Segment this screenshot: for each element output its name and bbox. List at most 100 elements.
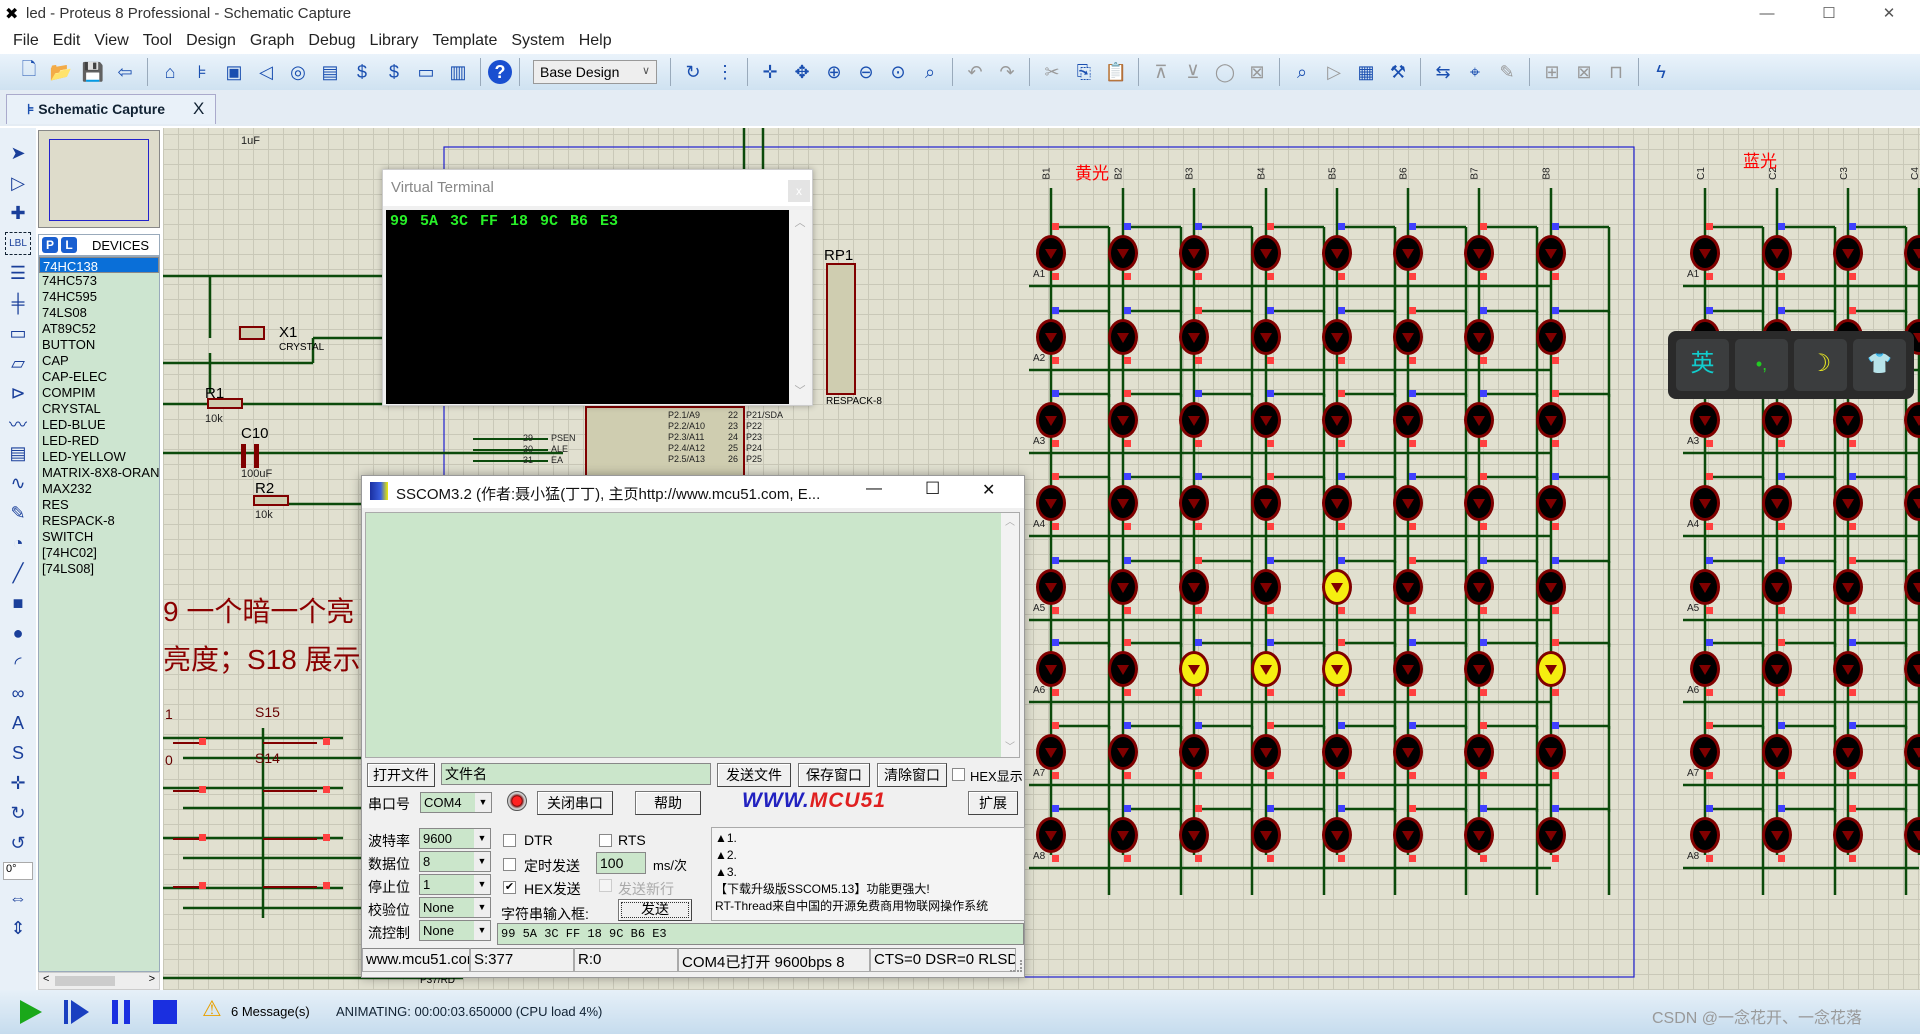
led[interactable] (1464, 319, 1494, 355)
send-input[interactable]: 99 5A 3C FF 18 9C B6 E3 (497, 923, 1024, 945)
led[interactable] (1251, 734, 1281, 770)
component-icon[interactable]: ▷ (5, 172, 31, 195)
subcircuit-icon[interactable]: ▭ (5, 322, 31, 345)
line-icon[interactable]: ╱ (5, 562, 31, 585)
open-file-button[interactable]: 打开文件 (367, 763, 435, 787)
led[interactable] (1464, 485, 1494, 521)
device-pin-icon[interactable]: ⊳ (5, 382, 31, 405)
led[interactable] (1690, 734, 1720, 770)
bus-icon[interactable]: ╪ (5, 292, 31, 315)
led[interactable] (1464, 569, 1494, 605)
zoom-out-icon[interactable]: ⊖ (851, 57, 881, 87)
device-list-item[interactable]: [74LS08] (39, 561, 159, 577)
menu-system[interactable]: System (504, 28, 571, 54)
pcb-icon[interactable]: ▣ (219, 57, 249, 87)
led[interactable] (1108, 651, 1138, 687)
mirror-vertical-icon[interactable]: ⇕ (5, 917, 31, 940)
led[interactable] (1464, 651, 1494, 687)
design-explorer-icon[interactable]: $ (347, 57, 377, 87)
led[interactable] (1036, 651, 1066, 687)
led[interactable] (1251, 569, 1281, 605)
led[interactable] (1904, 569, 1920, 605)
arc-icon[interactable]: ◜ (5, 652, 31, 675)
bom-icon[interactable]: ▤ (315, 57, 345, 87)
gerber-icon[interactable]: ◁ (251, 57, 281, 87)
minimize-button[interactable]: — (1744, 2, 1790, 26)
led[interactable] (1536, 734, 1566, 770)
led[interactable] (1762, 235, 1792, 271)
led[interactable] (1690, 402, 1720, 438)
remove-sheet-icon[interactable]: ⊠ (1569, 57, 1599, 87)
device-list-item[interactable]: 74HC138 (39, 257, 159, 273)
resize-grip-icon[interactable] (1010, 960, 1022, 972)
device-list-item[interactable]: MAX232 (39, 481, 159, 497)
send-button[interactable]: 发送 (618, 899, 692, 921)
device-list-item[interactable]: RESPACK-8 (39, 513, 159, 529)
ime-halfwidth-button[interactable]: ☽ (1794, 339, 1847, 391)
receive-scrollbar[interactable]: ︿ ﹀ (1001, 513, 1019, 757)
led[interactable] (1833, 402, 1863, 438)
led[interactable] (1536, 569, 1566, 605)
device-list-item[interactable]: RES (39, 497, 159, 513)
led[interactable] (1762, 734, 1792, 770)
messages-count[interactable]: 6 Message(s) (231, 1004, 310, 1019)
zoom-all-icon[interactable]: ⊙ (883, 57, 913, 87)
device-list-item[interactable]: 74HC573 (39, 273, 159, 289)
sscom-maximize-button[interactable]: ☐ (925, 479, 940, 499)
redo-icon[interactable]: ↷ (992, 57, 1022, 87)
device-list-item[interactable]: CAP (39, 353, 159, 369)
note-line[interactable]: ▲2. (715, 847, 1021, 864)
crystal-x1[interactable] (239, 326, 265, 340)
mirror-horizontal-icon[interactable]: ⇔ (5, 887, 31, 910)
menu-view[interactable]: View (87, 28, 135, 54)
led[interactable] (1536, 402, 1566, 438)
led[interactable] (1690, 651, 1720, 687)
library-manager-button[interactable]: L (61, 237, 77, 253)
menu-help[interactable]: Help (572, 28, 619, 54)
device-list-item[interactable]: 74HC595 (39, 289, 159, 305)
led-lit[interactable] (1536, 651, 1566, 687)
interval-input[interactable]: 100 (596, 852, 646, 874)
led[interactable] (1536, 235, 1566, 271)
device-list-item[interactable]: BUTTON (39, 337, 159, 353)
copy-icon[interactable]: ⎘ (1069, 57, 1099, 87)
led[interactable] (1322, 402, 1352, 438)
save-icon[interactable]: 💾 (78, 57, 108, 87)
port-select[interactable]: COM4 ▼ (420, 792, 492, 813)
select-icon[interactable]: ➤ (5, 142, 31, 165)
menu-design[interactable]: Design (179, 28, 243, 54)
virtual-terminal-scrollbar[interactable]: ︿ ﹀ (790, 210, 810, 404)
led[interactable] (1108, 402, 1138, 438)
setting-select[interactable]: 9600 ▼ (419, 828, 491, 849)
led[interactable] (1036, 569, 1066, 605)
led[interactable] (1464, 734, 1494, 770)
led[interactable] (1464, 817, 1494, 853)
mcu51-brand-link[interactable]: WWW.MCU51 (742, 789, 886, 813)
file-name-input[interactable]: 文件名 (441, 763, 711, 785)
setting-select[interactable]: None ▼ (419, 897, 491, 918)
virtual-instrument-icon[interactable]: ◔ (5, 532, 31, 555)
led-lit[interactable] (1322, 569, 1352, 605)
packaging-icon[interactable]: ▦ (1351, 57, 1381, 87)
graph-icon[interactable]: 〰 (5, 412, 31, 435)
search-icon[interactable]: ⌖ (1460, 57, 1490, 87)
note-line[interactable]: ▲3. (715, 864, 1021, 881)
led[interactable] (1393, 402, 1423, 438)
led-lit[interactable] (1251, 651, 1281, 687)
led[interactable] (1536, 319, 1566, 355)
led[interactable] (1036, 817, 1066, 853)
device-list-item[interactable]: CAP-ELEC (39, 369, 159, 385)
led[interactable] (1108, 569, 1138, 605)
hex-display-checkbox[interactable] (952, 768, 965, 781)
led[interactable] (1762, 651, 1792, 687)
led[interactable] (1464, 402, 1494, 438)
led[interactable] (1904, 485, 1920, 521)
led[interactable] (1108, 485, 1138, 521)
led[interactable] (1036, 402, 1066, 438)
dtr-checkbox[interactable] (503, 834, 516, 847)
device-list-item[interactable]: LED-BLUE (39, 417, 159, 433)
play-button[interactable] (20, 1000, 42, 1024)
zoom-area-icon[interactable]: ⌕ (915, 57, 945, 87)
device-list-item[interactable]: [74HC02] (39, 545, 159, 561)
led[interactable] (1251, 485, 1281, 521)
